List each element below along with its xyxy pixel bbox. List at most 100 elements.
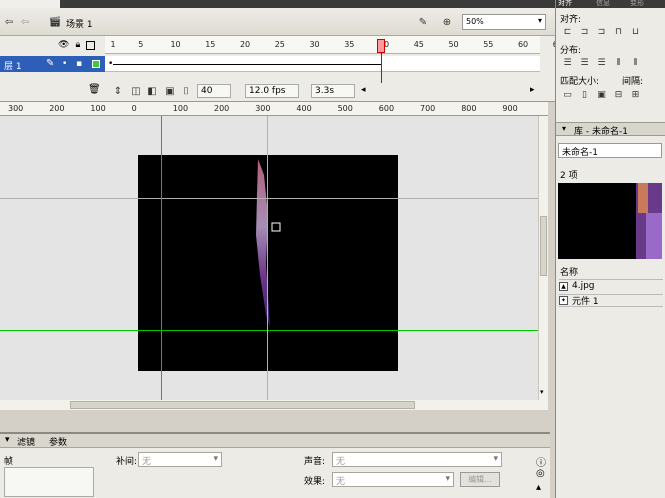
properties-panel: ▾ 滤镜 参数 帧 补间: 无 声音: 无 效果: 无 编辑... ⓘ ◎ ▴ [0, 432, 550, 498]
edit-symbol-icon[interactable]: ⊕ [440, 15, 454, 29]
space-vertical-icon[interactable]: ⊟ [613, 89, 624, 100]
lock-toggle-icon[interactable]: ▪ [76, 59, 82, 69]
onion-markers-icon[interactable]: ⌷ [179, 84, 193, 98]
fps-field[interactable]: 12.0 fps [245, 84, 299, 98]
guide-vertical-grey[interactable] [267, 116, 268, 406]
zoom-select[interactable]: 50% ▾ [462, 14, 546, 30]
tween-label: 补间: [116, 457, 138, 467]
align-left-icon[interactable]: ⊏ [562, 26, 573, 37]
distribute-bottom-icon[interactable]: ☰ [596, 57, 607, 68]
lock-icon[interactable]: 🔒︎ [75, 40, 80, 50]
properties-tabs: ▾ 滤镜 参数 [0, 434, 550, 448]
ruler-tick-label: 100 [172, 104, 189, 113]
match-height-icon[interactable]: ▯ [579, 89, 590, 100]
sound-value: 无 [336, 457, 346, 467]
horizontal-scroll-thumb[interactable] [70, 401, 415, 409]
layer-tools: 🗑︎ [0, 78, 105, 100]
stage[interactable] [138, 155, 398, 371]
distribute-top-icon[interactable]: ☰ [562, 57, 573, 68]
scroll-left-icon[interactable]: ◂ [361, 85, 366, 95]
ruler-tick-label: 600 [378, 104, 395, 113]
effect-label: 效果: [304, 477, 326, 487]
trash-icon[interactable]: 🗑︎ [88, 84, 101, 95]
align-top-icon[interactable]: ⊓ [613, 26, 624, 37]
library-preview [558, 183, 662, 259]
layer-header-icons: 👁︎ 🔒︎ [58, 40, 96, 50]
frame-tick-label: 25 [274, 40, 285, 49]
document-tab[interactable] [0, 0, 60, 8]
library-item[interactable]: ▲ 4.jpg [559, 279, 663, 292]
guide-horizontal-green[interactable] [0, 330, 538, 331]
ruler-tick-label: 300 [255, 104, 271, 113]
tab-transform[interactable]: 变形 [630, 0, 644, 8]
frame-tick-label: 35 [344, 40, 355, 49]
vertical-scrollbar[interactable]: ▾ [538, 116, 548, 406]
pasteboard[interactable] [0, 116, 538, 406]
layer-color-icon[interactable] [92, 60, 100, 68]
ruler-tick-label: 500 [337, 104, 353, 113]
frame-ruler[interactable]: 15101520253035404550556065 [105, 36, 563, 54]
frame-tick-label: 60 [517, 40, 529, 49]
distribute-left-icon[interactable]: ⫴ [613, 57, 624, 68]
tab-parameters[interactable]: 参数 [46, 435, 70, 448]
layer-name[interactable]: 层 1 [4, 59, 22, 72]
library-header[interactable]: ▾ 库 - 未命名-1 [556, 122, 665, 137]
library-document-value: 未命名-1 [562, 148, 598, 158]
outline-icon[interactable] [86, 41, 96, 50]
align-right-icon[interactable]: ⊐ [596, 26, 607, 37]
horizontal-scrollbar[interactable] [0, 400, 548, 410]
vertical-scroll-thumb[interactable] [540, 216, 547, 276]
tween-select[interactable]: 无 [138, 452, 222, 467]
collapse-icon[interactable]: ▴ [536, 482, 541, 493]
name-column-header[interactable]: 名称 [560, 265, 578, 278]
edit-sound-button[interactable]: 编辑... [460, 472, 500, 487]
current-frame-field[interactable]: 40 [197, 84, 231, 98]
ruler-tick-label: 100 [90, 104, 106, 113]
layer-frames[interactable]: • [105, 56, 540, 72]
scene-clapper-icon: 🎬︎ [48, 16, 62, 28]
back-arrow-icon[interactable]: ⇦ [2, 15, 16, 29]
onion-skin-icon[interactable]: ◫ [129, 84, 143, 98]
playhead[interactable] [377, 39, 385, 53]
align-hcenter-icon[interactable]: ⊐ [579, 26, 590, 37]
effect-select[interactable]: 无 [332, 472, 454, 487]
distribute-vcenter-icon[interactable]: ☰ [579, 57, 590, 68]
scroll-right-icon[interactable]: ▸ [530, 85, 535, 95]
right-tab-strip: 对齐 信息 变形 [556, 0, 665, 8]
help-icon[interactable]: ⓘ [536, 454, 546, 469]
symbol-artwork[interactable] [138, 155, 398, 371]
center-frame-icon[interactable]: ⇕ [111, 84, 125, 98]
guide-horizontal-grey[interactable] [0, 198, 538, 199]
align-vcenter-icon[interactable]: ⊔ [630, 26, 641, 37]
library-collapse-icon[interactable]: ▾ [562, 124, 566, 133]
scroll-down-icon[interactable]: ▾ [540, 388, 544, 396]
frame-label-field[interactable] [4, 467, 94, 497]
timeline-statusbar: ⇕ ◫ ◧ ▣ ⌷ 40 12.0 fps 3.3s ◂ ▸ [105, 82, 540, 100]
tab-properties[interactable]: ▾ [2, 435, 13, 445]
match-both-icon[interactable]: ▣ [596, 89, 607, 100]
forward-arrow-icon[interactable]: ⇦ [18, 15, 32, 29]
tab-align[interactable]: 对齐 [558, 0, 572, 8]
accessibility-icon[interactable]: ◎ [536, 468, 545, 479]
layer-header[interactable]: 层 1 ✎ • ▪ [0, 56, 105, 72]
frame-tick-label: 30 [309, 40, 320, 49]
frame-tick-label: 55 [483, 40, 494, 49]
frame-tick-label: 1 [110, 40, 116, 49]
ruler-tick-label: 200 [214, 104, 230, 113]
edit-multiple-icon[interactable]: ▣ [163, 84, 177, 98]
tab-info[interactable]: 信息 [596, 0, 610, 8]
match-width-icon[interactable]: ▭ [562, 89, 573, 100]
guide-vertical-green[interactable] [161, 116, 162, 406]
scene-name[interactable]: 场景 1 [66, 17, 93, 30]
tab-filters[interactable]: 滤镜 [14, 435, 38, 448]
onion-outline-icon[interactable]: ◧ [145, 84, 159, 98]
distribute-hcenter-icon[interactable]: ⫴ [630, 57, 641, 68]
sound-select[interactable]: 无 [332, 452, 502, 467]
library-item[interactable]: ✦ 元件 1 [559, 294, 663, 307]
layer-row[interactable]: 层 1 ✎ • ▪ • [0, 56, 540, 72]
eye-icon[interactable]: 👁︎ [58, 40, 69, 50]
library-document-select[interactable]: 未命名-1 [558, 143, 662, 158]
space-horizontal-icon[interactable]: ⊞ [630, 89, 641, 100]
edit-scene-icon[interactable]: ✎ [416, 15, 430, 29]
right-dock: 对齐 信息 变形 对齐: ⊏ ⊐ ⊐ ⊓ ⊔ 分布: ☰ ☰ ☰ ⫴ ⫴ 匹配大小: 间隔: ▭… [555, 0, 665, 498]
